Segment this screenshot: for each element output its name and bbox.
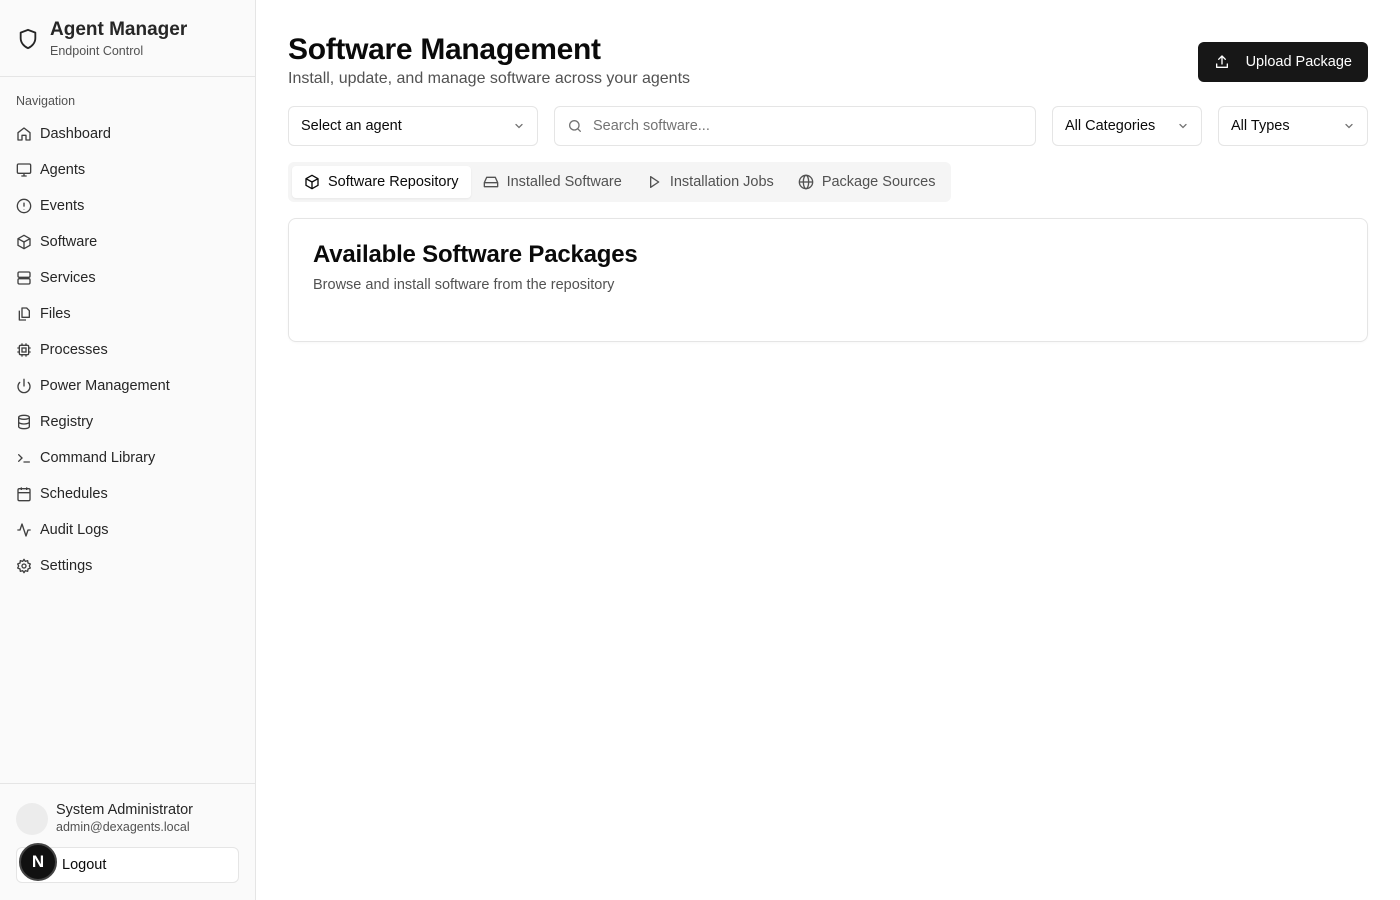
upload-package-label: Upload Package: [1245, 54, 1352, 70]
type-select-value: All Types: [1231, 118, 1290, 134]
sidebar-item-processes[interactable]: Processes: [0, 332, 255, 368]
tab-installation-jobs[interactable]: Installation Jobs: [634, 166, 786, 198]
nav-section-label: Navigation: [16, 94, 76, 108]
tab-label: Installed Software: [506, 174, 622, 190]
sidebar-item-label: Power Management: [40, 378, 170, 394]
cpu-icon: [17, 343, 31, 357]
tab-installed-software[interactable]: Installed Software: [471, 166, 634, 198]
hard-drive-icon: [483, 176, 498, 188]
card-subtitle: Browse and install software from the rep…: [313, 277, 615, 293]
user-info: System Administrator admin@dexagents.loc…: [16, 802, 239, 835]
card-title: Available Software Packages: [313, 241, 638, 268]
page-header: Software Management Install, update, and…: [288, 32, 1368, 88]
upload-icon: [1215, 55, 1228, 68]
server-icon: [17, 271, 31, 285]
home-icon: [17, 127, 31, 141]
tab-list: Software Repository Installed Software I…: [288, 162, 952, 202]
sidebar-item-label: Command Library: [40, 450, 156, 466]
shield-icon: [16, 27, 40, 51]
page-title: Software Management: [288, 33, 601, 66]
database-icon: [18, 414, 30, 430]
sidebar-item-label: Schedules: [40, 486, 108, 502]
sidebar: Agent Manager Endpoint Control Navigatio…: [0, 0, 256, 900]
app-root: Agent Manager Endpoint Control Navigatio…: [0, 0, 1400, 900]
search-input[interactable]: [593, 118, 1023, 134]
category-select[interactable]: All Categories: [1052, 106, 1202, 146]
chevron-down-icon: [1179, 123, 1187, 129]
sidebar-item-label: Dashboard: [40, 126, 111, 142]
sidebar-item-command-library[interactable]: Command Library: [0, 440, 255, 476]
sidebar-footer: System Administrator admin@dexagents.loc…: [0, 783, 255, 900]
user-name: System Administrator: [56, 802, 193, 818]
gear-icon: [17, 558, 31, 574]
sidebar-item-label: Settings: [40, 558, 93, 574]
sidebar-item-label: Agents: [40, 162, 86, 178]
package-icon: [305, 174, 319, 190]
type-select[interactable]: All Types: [1218, 106, 1368, 146]
agent-select-value: Select an agent: [301, 118, 402, 134]
power-icon: [17, 378, 31, 394]
brand-subtitle: Endpoint Control: [50, 44, 144, 58]
sidebar-item-label: Audit Logs: [40, 522, 109, 538]
sidebar-item-registry[interactable]: Registry: [0, 404, 255, 440]
dev-badge[interactable]: N: [19, 843, 57, 881]
tab-label: Software Repository: [328, 174, 459, 190]
activity-icon: [17, 523, 31, 537]
page-subtitle: Install, update, and manage software acr…: [288, 70, 691, 87]
logout-label: Logout: [62, 857, 107, 873]
chevron-down-icon: [1345, 123, 1353, 129]
sidebar-item-files[interactable]: Files: [0, 296, 255, 332]
sidebar-nav: Dashboard Agents Events Software Service…: [0, 116, 255, 584]
chevron-down-icon: [515, 123, 523, 129]
category-select-value: All Categories: [1065, 118, 1156, 134]
files-icon: [18, 307, 30, 321]
sidebar-item-label: Processes: [40, 342, 108, 358]
filters-bar: Select an agent All Categories All Types: [288, 106, 1368, 146]
alert-circle-icon: [16, 198, 32, 214]
sidebar-item-events[interactable]: Events: [0, 188, 255, 224]
terminal-icon: [18, 454, 30, 463]
sidebar-item-dashboard[interactable]: Dashboard: [0, 116, 255, 152]
sidebar-item-settings[interactable]: Settings: [0, 548, 255, 584]
avatar: [16, 802, 48, 835]
tab-package-sources[interactable]: Package Sources: [786, 166, 948, 198]
agent-select[interactable]: Select an agent: [288, 106, 538, 146]
tab-label: Package Sources: [821, 174, 936, 190]
play-icon: [649, 176, 660, 188]
sidebar-item-power-management[interactable]: Power Management: [0, 368, 255, 404]
software-packages-card: Available Software Packages Browse and i…: [288, 218, 1368, 342]
main-content: Software Management Install, update, and…: [256, 0, 1400, 900]
tab-label: Installation Jobs: [669, 174, 774, 190]
sidebar-item-services[interactable]: Services: [0, 260, 255, 296]
monitor-icon: [16, 163, 32, 177]
user-email: admin@dexagents.local: [56, 820, 190, 834]
sidebar-item-label: Files: [40, 306, 71, 322]
globe-icon: [798, 174, 814, 190]
brand-title: Agent Manager: [50, 19, 188, 40]
tab-software-repository[interactable]: Software Repository: [292, 166, 471, 198]
sidebar-item-label: Services: [40, 270, 96, 286]
sidebar-item-label: Registry: [40, 414, 94, 430]
search-icon: [569, 120, 581, 132]
brand: Agent Manager Endpoint Control: [0, 0, 255, 77]
sidebar-item-label: Events: [40, 198, 85, 214]
sidebar-item-label: Software: [40, 234, 98, 250]
upload-package-button[interactable]: Upload Package: [1197, 42, 1368, 82]
sidebar-item-schedules[interactable]: Schedules: [0, 476, 255, 512]
sidebar-item-software[interactable]: Software: [0, 224, 255, 260]
package-icon: [17, 234, 31, 250]
calendar-icon: [17, 487, 31, 502]
sidebar-item-agents[interactable]: Agents: [0, 152, 255, 188]
sidebar-item-audit-logs[interactable]: Audit Logs: [0, 512, 255, 548]
search-box: [554, 106, 1036, 146]
